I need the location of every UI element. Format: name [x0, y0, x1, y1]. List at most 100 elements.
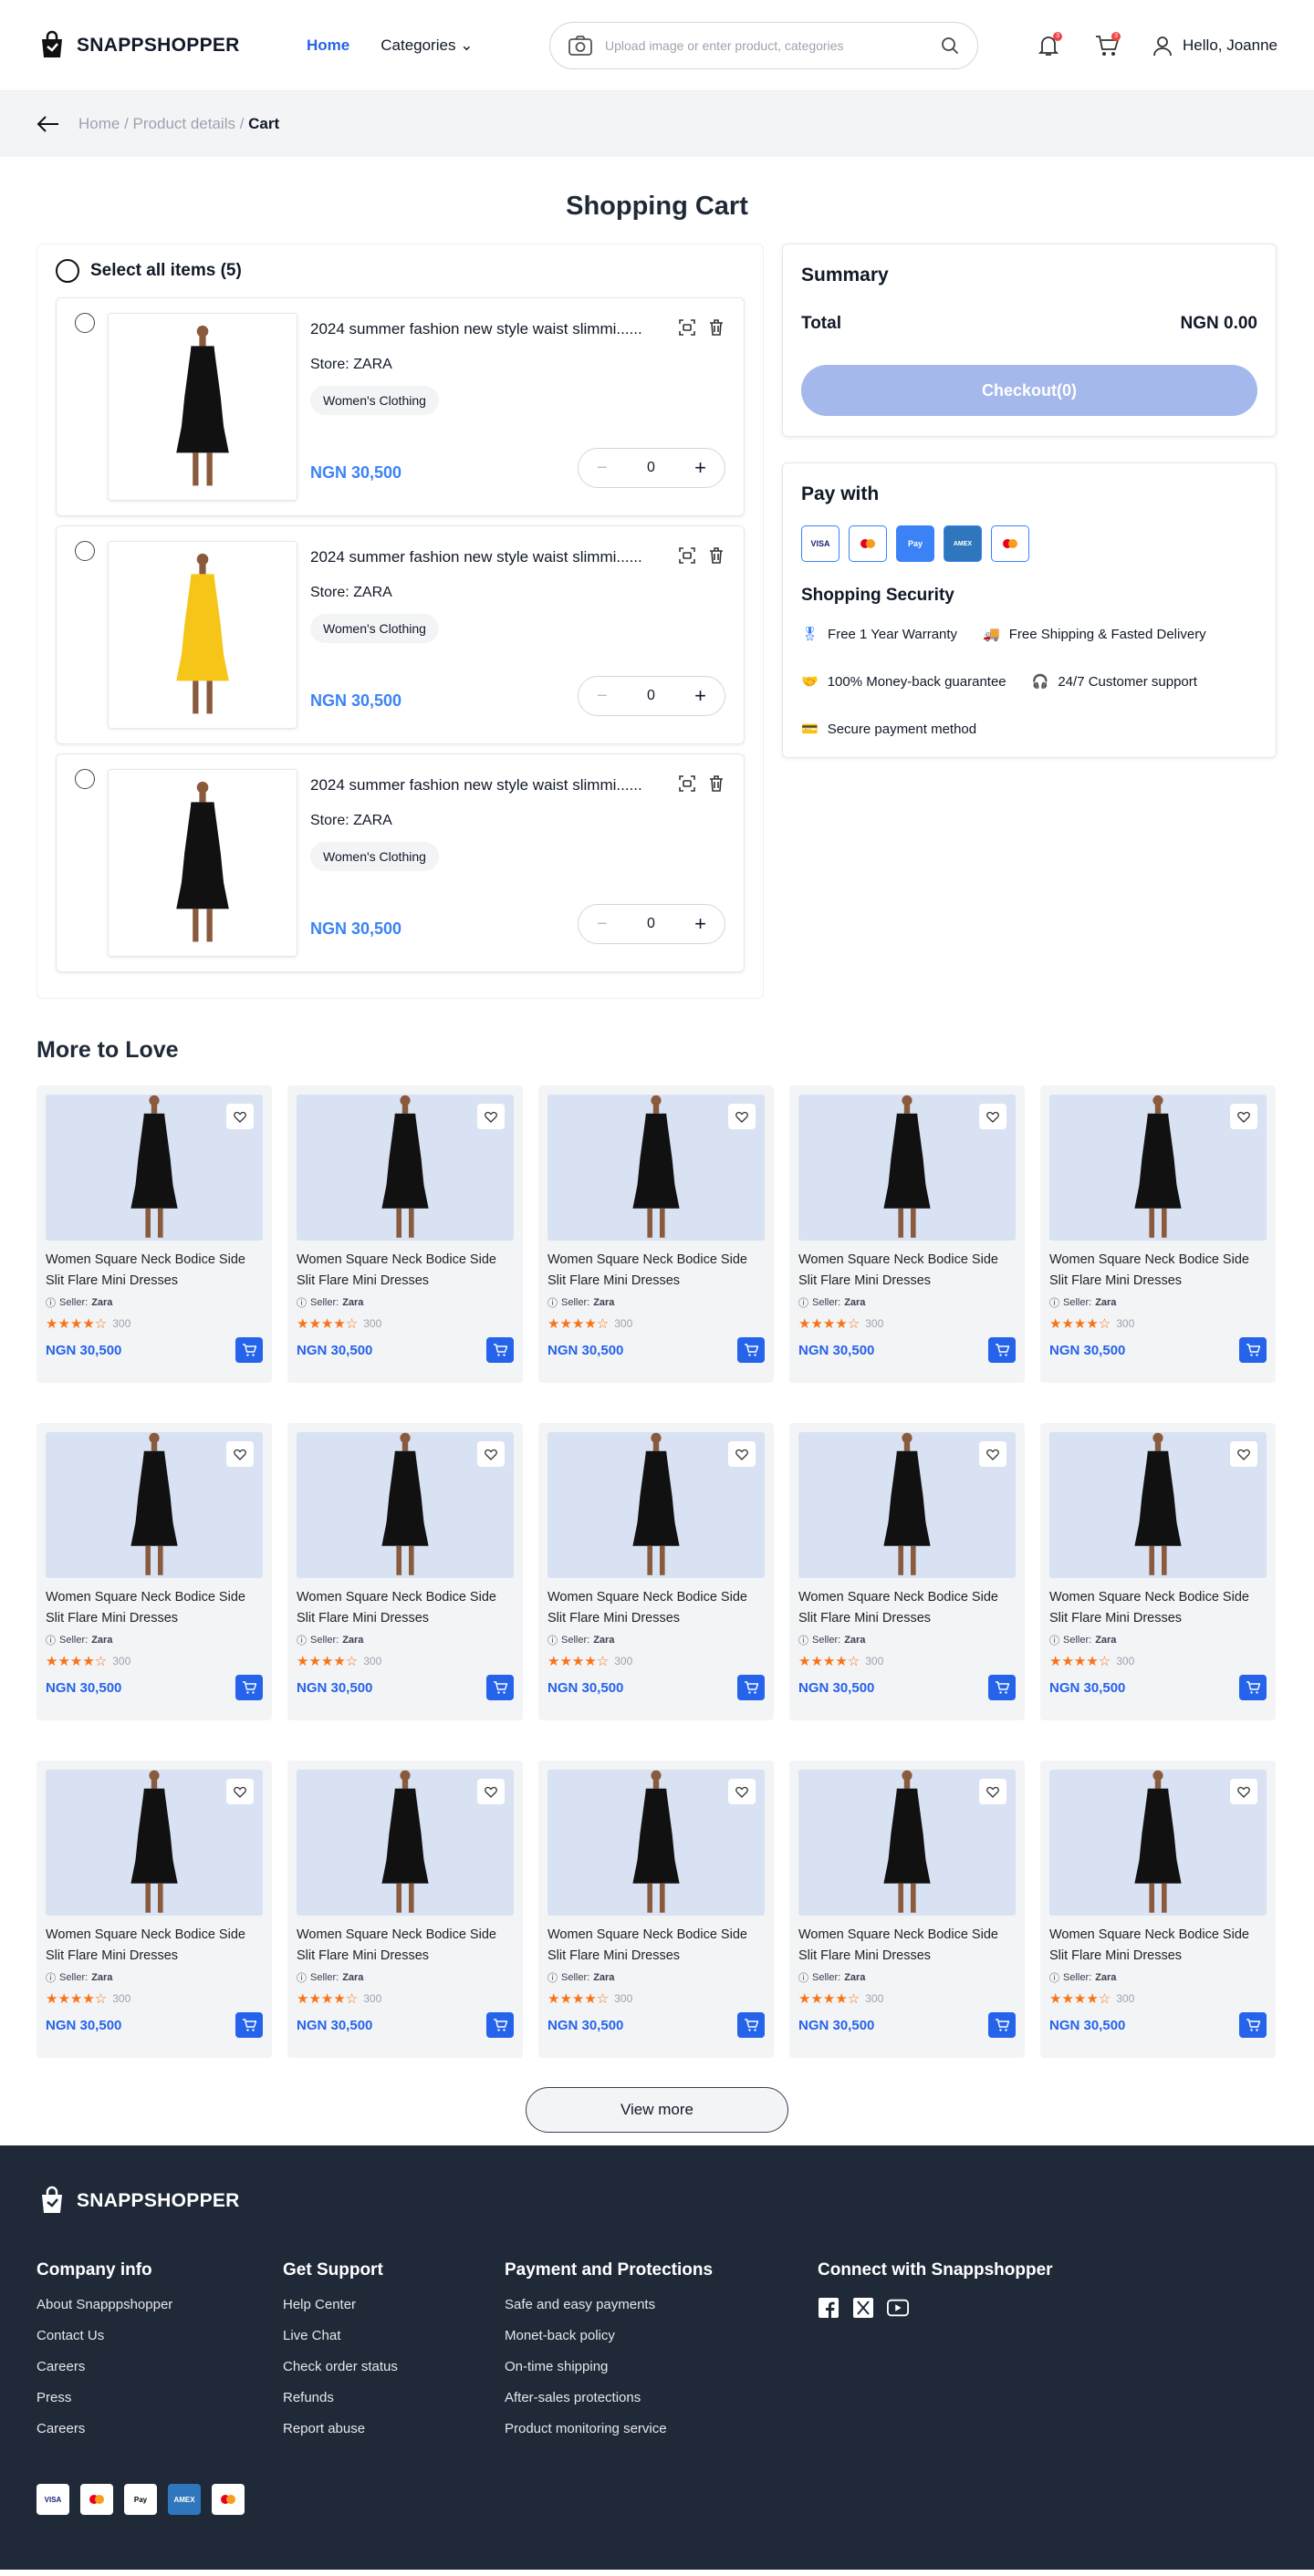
facebook-icon[interactable]: [818, 2297, 840, 2319]
footer-link[interactable]: Refunds: [283, 2390, 505, 2405]
heart-icon[interactable]: [226, 1441, 254, 1467]
heart-icon[interactable]: [979, 1779, 1006, 1804]
add-to-cart-button[interactable]: [737, 1675, 765, 1700]
product-card[interactable]: Women Square Neck Bodice Side Slit Flare…: [538, 1423, 774, 1720]
heart-icon[interactable]: [728, 1441, 756, 1467]
heart-icon[interactable]: [226, 1779, 254, 1804]
back-arrow-icon[interactable]: [36, 115, 60, 133]
heart-icon[interactable]: [1230, 1779, 1257, 1804]
footer-link[interactable]: Careers: [36, 2359, 283, 2374]
add-to-cart-button[interactable]: [988, 1675, 1016, 1700]
product-title[interactable]: Women Square Neck Bodice Side Slit Flare…: [46, 1587, 263, 1629]
checkout-button[interactable]: Checkout(0): [801, 365, 1257, 416]
footer-link[interactable]: Help Center: [283, 2297, 505, 2312]
product-image[interactable]: [297, 1770, 514, 1916]
heart-icon[interactable]: [1230, 1441, 1257, 1467]
item-title[interactable]: 2024 summer fashion new style waist slim…: [310, 548, 666, 566]
add-to-cart-button[interactable]: [235, 2012, 263, 2038]
heart-icon[interactable]: [728, 1104, 756, 1129]
product-title[interactable]: Women Square Neck Bodice Side Slit Flare…: [1049, 1250, 1267, 1292]
item-image[interactable]: [108, 769, 297, 957]
add-to-cart-button[interactable]: [235, 1675, 263, 1700]
footer-link[interactable]: After-sales protections: [505, 2390, 818, 2405]
nav-home[interactable]: Home: [307, 36, 349, 55]
search-input[interactable]: Upload image or enter product, categorie…: [605, 38, 928, 53]
decrease-button[interactable]: −: [597, 458, 608, 479]
product-title[interactable]: Women Square Neck Bodice Side Slit Flare…: [297, 1250, 514, 1292]
x-twitter-icon[interactable]: [852, 2297, 874, 2319]
heart-icon[interactable]: [979, 1104, 1006, 1129]
add-to-cart-button[interactable]: [988, 1337, 1016, 1363]
product-image[interactable]: [46, 1432, 263, 1578]
heart-icon[interactable]: [1230, 1104, 1257, 1129]
increase-button[interactable]: +: [694, 456, 706, 480]
product-image[interactable]: [548, 1770, 765, 1916]
footer-link[interactable]: Monet-back policy: [505, 2328, 818, 2343]
notification-bell[interactable]: 3: [1035, 31, 1063, 59]
product-card[interactable]: Women Square Neck Bodice Side Slit Flare…: [1040, 1085, 1276, 1383]
product-card[interactable]: Women Square Neck Bodice Side Slit Flare…: [36, 1761, 272, 2058]
product-card[interactable]: Women Square Neck Bodice Side Slit Flare…: [538, 1761, 774, 2058]
footer-logo[interactable]: SNAPPSHOPPER: [36, 2186, 307, 2217]
product-title[interactable]: Women Square Neck Bodice Side Slit Flare…: [46, 1925, 263, 1967]
footer-link[interactable]: On-time shipping: [505, 2359, 818, 2374]
product-card[interactable]: Women Square Neck Bodice Side Slit Flare…: [789, 1761, 1025, 2058]
product-image[interactable]: [297, 1095, 514, 1241]
item-image[interactable]: [108, 313, 297, 501]
heart-icon[interactable]: [477, 1779, 505, 1804]
footer-link[interactable]: Check order status: [283, 2359, 505, 2374]
increase-button[interactable]: +: [694, 684, 706, 708]
decrease-button[interactable]: −: [597, 914, 608, 935]
add-to-cart-button[interactable]: [486, 2012, 514, 2038]
product-image[interactable]: [46, 1770, 263, 1916]
product-title[interactable]: Women Square Neck Bodice Side Slit Flare…: [297, 1925, 514, 1967]
item-title[interactable]: 2024 summer fashion new style waist slim…: [310, 320, 666, 338]
footer-link[interactable]: Product monitoring service: [505, 2421, 818, 2436]
product-image[interactable]: [1049, 1432, 1267, 1578]
trash-icon[interactable]: [707, 774, 725, 793]
scan-icon[interactable]: [678, 546, 696, 565]
product-image[interactable]: [798, 1432, 1016, 1578]
footer-link[interactable]: Report abuse: [283, 2421, 505, 2436]
add-to-cart-button[interactable]: [737, 1337, 765, 1363]
add-to-cart-button[interactable]: [988, 2012, 1016, 2038]
item-title[interactable]: 2024 summer fashion new style waist slim…: [310, 776, 666, 795]
product-card[interactable]: Women Square Neck Bodice Side Slit Flare…: [789, 1423, 1025, 1720]
user-menu[interactable]: Hello, Joanne: [1152, 35, 1278, 57]
view-more-button[interactable]: View more: [526, 2087, 788, 2133]
nav-categories[interactable]: Categories ⌄: [381, 36, 473, 55]
quantity-value[interactable]: 0: [647, 916, 655, 932]
quantity-value[interactable]: 0: [647, 460, 655, 476]
product-image[interactable]: [798, 1770, 1016, 1916]
select-all[interactable]: Select all items (5): [56, 259, 745, 283]
trash-icon[interactable]: [707, 318, 725, 337]
footer-link[interactable]: Press: [36, 2390, 283, 2405]
product-image[interactable]: [297, 1432, 514, 1578]
footer-link[interactable]: Contact Us: [36, 2328, 283, 2343]
crumb-product[interactable]: Product details: [133, 115, 235, 132]
product-card[interactable]: Women Square Neck Bodice Side Slit Flare…: [287, 1085, 523, 1383]
product-image[interactable]: [798, 1095, 1016, 1241]
product-title[interactable]: Women Square Neck Bodice Side Slit Flare…: [798, 1925, 1016, 1967]
quantity-value[interactable]: 0: [647, 688, 655, 704]
scan-icon[interactable]: [678, 774, 696, 793]
footer-link[interactable]: About Snapppshopper: [36, 2297, 283, 2312]
product-title[interactable]: Women Square Neck Bodice Side Slit Flare…: [548, 1587, 765, 1629]
product-card[interactable]: Women Square Neck Bodice Side Slit Flare…: [538, 1085, 774, 1383]
item-select-radio[interactable]: [75, 313, 95, 333]
search-icon[interactable]: [941, 36, 959, 55]
product-title[interactable]: Women Square Neck Bodice Side Slit Flare…: [1049, 1587, 1267, 1629]
cart-button[interactable]: 3: [1093, 31, 1121, 59]
footer-link[interactable]: Careers: [36, 2421, 283, 2436]
product-image[interactable]: [548, 1095, 765, 1241]
add-to-cart-button[interactable]: [486, 1675, 514, 1700]
product-card[interactable]: Women Square Neck Bodice Side Slit Flare…: [1040, 1761, 1276, 2058]
product-title[interactable]: Women Square Neck Bodice Side Slit Flare…: [548, 1925, 765, 1967]
heart-icon[interactable]: [728, 1779, 756, 1804]
heart-icon[interactable]: [477, 1104, 505, 1129]
camera-icon[interactable]: [568, 35, 592, 56]
scan-icon[interactable]: [678, 318, 696, 337]
product-card[interactable]: Women Square Neck Bodice Side Slit Flare…: [36, 1085, 272, 1383]
product-card[interactable]: Women Square Neck Bodice Side Slit Flare…: [1040, 1423, 1276, 1720]
add-to-cart-button[interactable]: [1239, 1337, 1267, 1363]
